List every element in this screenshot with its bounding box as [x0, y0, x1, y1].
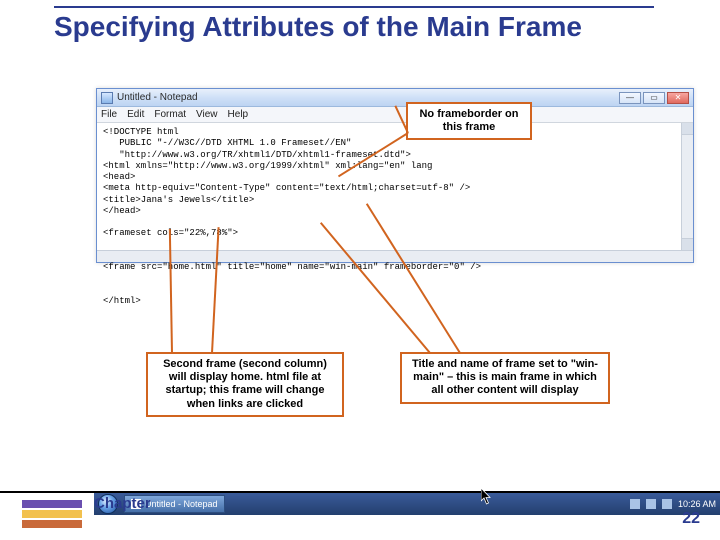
vertical-scrollbar[interactable] — [681, 123, 693, 250]
menu-file[interactable]: File — [101, 109, 117, 120]
callout-secondframe: Second frame (second column) will displa… — [146, 352, 344, 417]
scroll-up-arrow-icon[interactable] — [682, 123, 693, 135]
publisher-logo — [22, 500, 82, 532]
scroll-down-arrow-icon[interactable] — [682, 238, 693, 250]
slide-root: Specifying Attributes of the Main Frame … — [0, 0, 720, 540]
callout-winmain: Title and name of frame set to "win-main… — [400, 352, 610, 404]
menu-view[interactable]: View — [196, 109, 218, 120]
page-number: 22 — [682, 510, 700, 528]
code-area[interactable]: <!DOCTYPE html PUBLIC "-//W3C//DTD XHTML… — [97, 123, 693, 311]
app-icon — [101, 92, 113, 104]
menu-edit[interactable]: Edit — [127, 109, 144, 120]
maximize-button[interactable]: ▭ — [643, 92, 665, 104]
tray-icon[interactable] — [630, 499, 640, 509]
callout-noframeborder: No frameborder on this frame — [406, 102, 532, 140]
menu-help[interactable]: Help — [228, 109, 249, 120]
system-tray: 10:26 AM — [630, 499, 716, 509]
slide-title: Specifying Attributes of the Main Frame — [54, 12, 654, 43]
title-block: Specifying Attributes of the Main Frame — [54, 6, 654, 43]
window-titlebar: Untitled - Notepad — ▭ ✕ — [97, 89, 693, 107]
logo-stripe — [22, 510, 82, 518]
tray-icon[interactable] — [662, 499, 672, 509]
close-button[interactable]: ✕ — [667, 92, 689, 104]
logo-stripe — [22, 520, 82, 528]
menu-format[interactable]: Format — [154, 109, 186, 120]
tray-clock: 10:26 AM — [678, 499, 716, 509]
minimize-button[interactable]: — — [619, 92, 641, 104]
title-rule — [54, 6, 654, 8]
mouse-cursor-icon — [481, 488, 493, 506]
windows-taskbar: Untitled - Notepad 10:26 AM — [94, 493, 720, 515]
taskbar-button-label: Untitled - Notepad — [145, 499, 218, 509]
footer-chapter: Chapter — [94, 495, 151, 512]
window-buttons: — ▭ ✕ — [619, 92, 689, 104]
tray-icon[interactable] — [646, 499, 656, 509]
logo-stripe — [22, 500, 82, 508]
window-caption: Untitled - Notepad — [117, 92, 198, 103]
notepad-window: Untitled - Notepad — ▭ ✕ File Edit Forma… — [96, 88, 694, 263]
